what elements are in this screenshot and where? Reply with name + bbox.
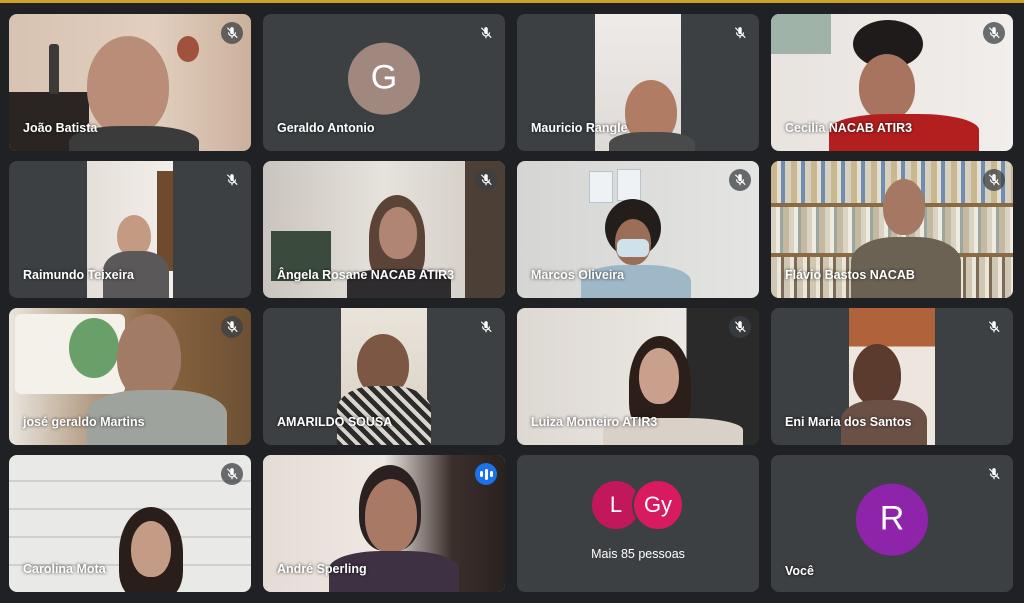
- participant-tile[interactable]: josé geraldo Martins: [9, 308, 251, 445]
- participant-tile[interactable]: Marcos Oliveira: [517, 161, 759, 298]
- more-avatars: L Gy: [590, 479, 686, 531]
- self-tile[interactable]: R Você: [771, 455, 1013, 592]
- participant-tile-active-speaker[interactable]: André Sperling: [263, 455, 505, 592]
- mic-off-icon: [221, 169, 243, 191]
- participant-name: João Batista: [23, 121, 98, 135]
- participant-tile[interactable]: Luiza Monteiro ATIR3: [517, 308, 759, 445]
- participant-tile[interactable]: Flávio Bastos NACAB: [771, 161, 1013, 298]
- mic-off-icon: [983, 316, 1005, 338]
- speaking-indicator-icon: [475, 463, 497, 485]
- participant-tile[interactable]: João Batista: [9, 14, 251, 151]
- participant-name: Ângela Rosane NACAB ATIR3: [277, 268, 455, 282]
- mic-off-icon: [729, 316, 751, 338]
- avatar: R: [856, 483, 928, 556]
- participant-name: Carolina Mota: [23, 562, 106, 576]
- more-participants-tile[interactable]: L Gy Mais 85 pessoas: [517, 455, 759, 592]
- mic-off-icon: [729, 22, 751, 44]
- participant-name: Você: [785, 564, 814, 578]
- participant-name: André Sperling: [277, 562, 367, 576]
- participant-tile[interactable]: Raimundo Teixeira: [9, 161, 251, 298]
- participant-name: Raimundo Teixeira: [23, 268, 134, 282]
- participant-name: josé geraldo Martins: [23, 415, 145, 429]
- participant-name: Flávio Bastos NACAB: [785, 268, 915, 282]
- participant-tile[interactable]: Cecilia NACAB ATIR3: [771, 14, 1013, 151]
- mic-off-icon: [475, 22, 497, 44]
- participant-name: Geraldo Antonio: [277, 121, 375, 135]
- mic-off-icon: [983, 463, 1005, 485]
- participant-tile[interactable]: Carolina Mota: [9, 455, 251, 592]
- participant-name: AMARILDO SOUSA: [277, 415, 393, 429]
- mic-off-icon: [983, 22, 1005, 44]
- more-participants-label: Mais 85 pessoas: [591, 547, 685, 561]
- participant-name: Mauricio Rangle: [531, 121, 628, 135]
- mic-off-icon: [221, 22, 243, 44]
- participant-tile[interactable]: Eni Maria dos Santos: [771, 308, 1013, 445]
- participant-grid: João Batista G Geraldo Antonio Mauricio …: [9, 14, 1013, 592]
- mic-off-icon: [221, 463, 243, 485]
- mic-off-icon: [475, 169, 497, 191]
- participant-tile[interactable]: Ângela Rosane NACAB ATIR3: [263, 161, 505, 298]
- participant-name: Eni Maria dos Santos: [785, 415, 912, 429]
- mic-off-icon: [983, 169, 1005, 191]
- avatar: G: [348, 42, 420, 115]
- participant-name: Marcos Oliveira: [531, 268, 625, 282]
- participant-tile[interactable]: Mauricio Rangle: [517, 14, 759, 151]
- mic-off-icon: [729, 169, 751, 191]
- participant-name: Luiza Monteiro ATIR3: [531, 415, 658, 429]
- window-top-border: [0, 0, 1024, 3]
- avatar: Gy: [632, 479, 684, 531]
- participant-name: Cecilia NACAB ATIR3: [785, 121, 913, 135]
- participant-tile[interactable]: G Geraldo Antonio: [263, 14, 505, 151]
- mic-off-icon: [475, 316, 497, 338]
- participant-tile[interactable]: AMARILDO SOUSA: [263, 308, 505, 445]
- mic-off-icon: [221, 316, 243, 338]
